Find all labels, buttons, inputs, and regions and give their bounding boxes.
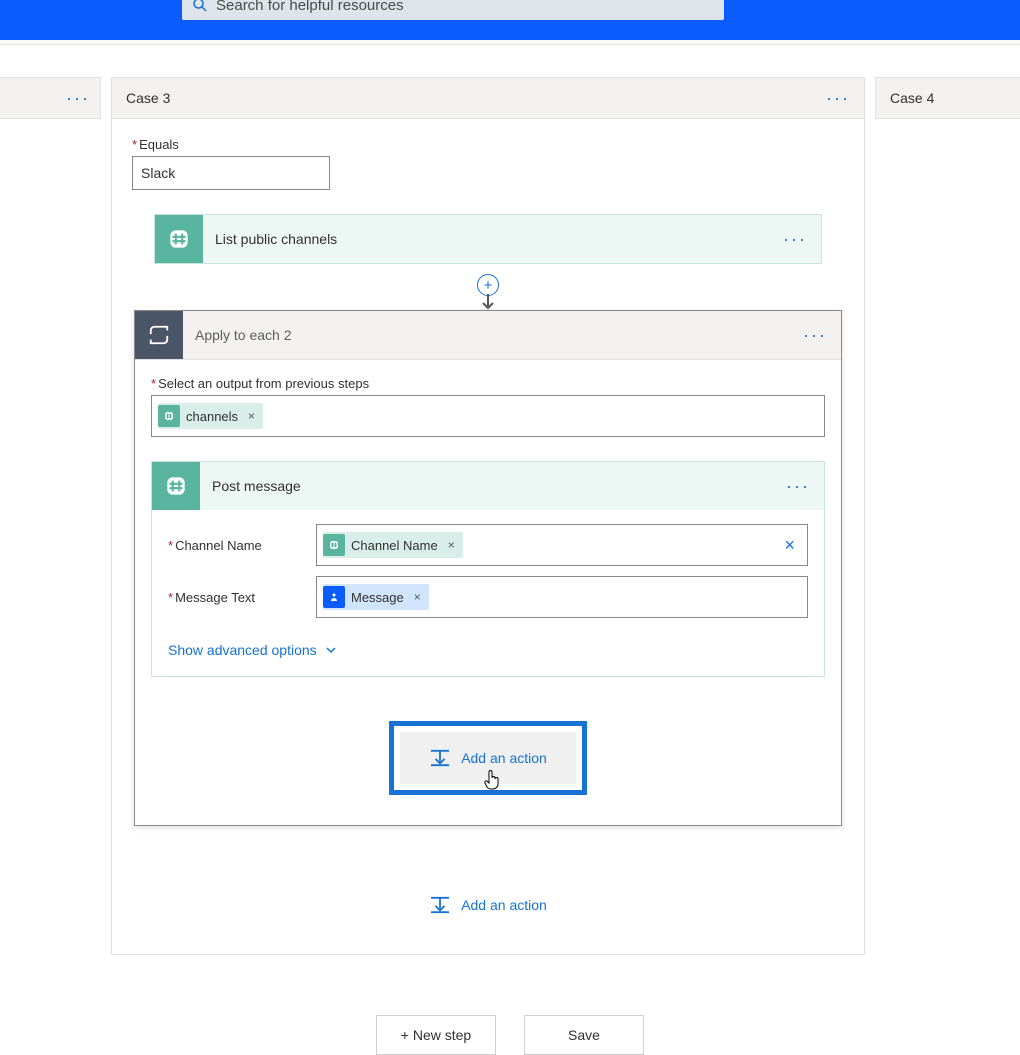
chevron-down-icon <box>325 644 337 656</box>
case-title: Case 3 <box>126 90 170 106</box>
save-button[interactable]: Save <box>524 1015 644 1055</box>
message-text-row: *Message Text Message × <box>168 576 808 618</box>
connector: + <box>155 264 821 310</box>
case-prev[interactable]: ··· <box>0 77 101 119</box>
slack-icon <box>158 405 180 427</box>
message-text-input[interactable]: Message × <box>316 576 808 618</box>
post-title: Post message <box>212 478 786 494</box>
select-output-label: *Select an output from previous steps <box>151 376 825 391</box>
cases-row: ··· Case 3 ··· *Equals Slack <box>0 77 1020 955</box>
required-star: * <box>168 590 173 605</box>
channel-name-label: *Channel Name <box>168 538 316 553</box>
apply-body: *Select an output from previous steps ch… <box>135 360 841 825</box>
message-token[interactable]: Message × <box>323 584 429 610</box>
divider <box>0 40 1020 45</box>
ellipsis-icon[interactable]: ··· <box>66 93 90 103</box>
slack-icon <box>323 534 345 556</box>
slack-icon <box>152 462 200 510</box>
add-action-icon <box>429 749 451 767</box>
post-message-card: Post message ··· *Channel Name <box>151 461 825 677</box>
search-icon <box>192 0 208 13</box>
post-menu-button[interactable]: ··· <box>786 481 810 491</box>
topbar: Search for helpful resources <box>0 0 1020 40</box>
card-menu-button[interactable]: ··· <box>783 234 807 244</box>
flow-icon <box>323 586 345 608</box>
equals-label: *Equals <box>132 137 864 152</box>
apply-menu-button[interactable]: ··· <box>803 330 827 340</box>
clear-input-button[interactable]: × <box>784 535 795 556</box>
add-action-highlighted: Add an action <box>389 721 587 795</box>
channel-name-input[interactable]: Channel Name × × <box>316 524 808 566</box>
channels-token[interactable]: channels × <box>158 403 263 429</box>
apply-title: Apply to each 2 <box>195 327 803 343</box>
case-header: Case 3 ··· <box>112 78 864 119</box>
required-star: * <box>168 538 173 553</box>
apply-to-each-card: Apply to each 2 ··· *Select an output fr… <box>134 310 842 826</box>
channel-name-row: *Channel Name Channel Name × <box>168 524 808 566</box>
loop-icon <box>135 311 183 359</box>
search-placeholder: Search for helpful resources <box>216 0 404 14</box>
required-star: * <box>151 376 156 391</box>
equals-input[interactable]: Slack <box>132 156 330 190</box>
case-main: Case 3 ··· *Equals Slack <box>111 77 865 955</box>
list-channels-card[interactable]: List public channels ··· <box>154 214 822 264</box>
slack-icon <box>155 215 203 263</box>
apply-header[interactable]: Apply to each 2 ··· <box>135 311 841 360</box>
required-star: * <box>132 137 137 152</box>
post-header[interactable]: Post message ··· <box>152 462 824 510</box>
case-next-title: Case 4 <box>890 90 934 106</box>
message-text-label: *Message Text <box>168 590 316 605</box>
remove-token-button[interactable]: × <box>414 590 421 604</box>
post-body: *Channel Name Channel Name × <box>152 510 824 676</box>
cursor-hand-icon <box>482 768 502 792</box>
case-body: *Equals Slack List public channels <box>112 119 864 954</box>
new-step-button[interactable]: + New step <box>376 1015 496 1055</box>
card-title: List public channels <box>215 231 783 247</box>
case-menu-button[interactable]: ··· <box>826 93 850 103</box>
arrow-down-icon <box>479 294 497 312</box>
add-action-outer-button[interactable]: Add an action <box>112 896 864 914</box>
remove-token-button[interactable]: × <box>448 538 455 552</box>
channel-name-token[interactable]: Channel Name × <box>323 532 463 558</box>
show-advanced-link[interactable]: Show advanced options <box>168 642 337 658</box>
footer-buttons: + New step Save <box>0 1015 1020 1055</box>
select-output-input[interactable]: channels × <box>151 395 825 437</box>
case-next[interactable]: Case 4 <box>875 77 1020 119</box>
remove-token-button[interactable]: × <box>248 409 255 423</box>
add-action-icon <box>429 896 451 914</box>
add-step-button[interactable]: + <box>477 274 499 296</box>
search-input[interactable]: Search for helpful resources <box>182 0 724 20</box>
